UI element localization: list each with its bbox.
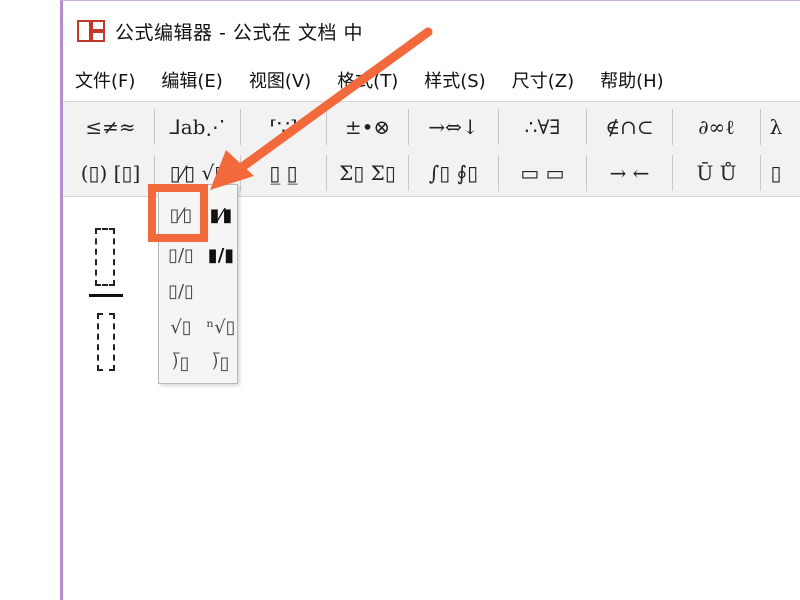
dropdown-row: ▯/▯ [159,273,239,309]
set-theory-palette-button[interactable]: ∉∩⊂ [587,109,673,145]
highlight-box [148,184,208,242]
slash-fraction-template-icon[interactable]: ▯/▯ [163,275,199,307]
matrix-templates-button[interactable]: ▯ [761,155,791,191]
title-bar: 公式编辑器 - 公式在 文档 中 [63,1,800,61]
menu-bar: 文件(F) 编辑(E) 视图(V) 格式(T) 样式(S) 尺寸(Z) 帮助(H… [63,63,800,97]
subscript-superscript-templates-button[interactable]: ▯̲ ▯̲ [241,155,327,191]
dropdown-row: ⟌▯ ⟌▯ [159,345,239,381]
dropdown-row: ▯/▯ ▮/▮ [159,237,239,273]
small-diagonal-fraction-template-icon[interactable]: ▮/▮ [203,239,239,271]
greek-palette-button[interactable]: λ [761,109,791,145]
spaces-ellipses-palette-button[interactable]: ⅃ab⋰ [155,109,241,145]
logic-palette-button[interactable]: ∴∀∃ [499,109,587,145]
menu-edit[interactable]: 编辑(E) [161,67,222,93]
menu-help[interactable]: 帮助(H) [600,67,664,93]
window-title: 公式编辑器 - 公式在 文档 中 [115,21,364,44]
diagonal-fraction-template-icon[interactable]: ▯/▯ [163,239,199,271]
fence-templates-button[interactable]: (▯) [▯] [67,155,155,191]
menu-style[interactable]: 样式(S) [424,67,485,93]
numerator-slot[interactable] [95,228,115,286]
labeled-arrow-templates-button[interactable]: → ← [587,155,673,191]
relations-palette-button[interactable]: ≤≠≈ [67,109,155,145]
menu-size[interactable]: 尺寸(Z) [512,67,574,93]
square-root-template-icon[interactable]: √▯ [163,311,199,343]
arrows-palette-button[interactable]: →⇔↓ [409,109,499,145]
fraction-bar [89,294,123,297]
summation-templates-button[interactable]: Σ▯ Σ▯ [327,155,409,191]
operators-palette-button[interactable]: ±•⊗ [327,109,409,145]
symbol-toolbar: ≤≠≈ ⅃ab⋰ ⸢∵⸣ ±•⊗ →⇔↓ ∴∀∃ ∉∩⊂ ∂∞ℓ λ (▯) [… [63,101,800,197]
underbar-overbar-templates-button[interactable]: ▭ ▭ [499,155,587,191]
app-icon [77,18,107,44]
menu-file[interactable]: 文件(F) [75,67,135,93]
dropdown-row: √▯ ⁿ√▯ [159,309,239,345]
menu-format[interactable]: 格式(T) [337,67,398,93]
long-division-template-icon[interactable]: ⟌▯ [163,347,199,379]
long-division-quotient-template-icon[interactable]: ⟌▯ [203,347,239,379]
embellishments-palette-button[interactable]: ⸢∵⸣ [241,109,327,145]
misc-symbols-palette-button[interactable]: ∂∞ℓ [673,109,761,145]
symbol-palette-row: ≤≠≈ ⅃ab⋰ ⸢∵⸣ ±•⊗ →⇔↓ ∴∀∃ ∉∩⊂ ∂∞ℓ λ [67,106,791,148]
menu-view[interactable]: 视图(V) [249,67,311,93]
small-fraction-template-icon[interactable]: ▮⁄▮ [203,199,239,231]
integral-templates-button[interactable]: ∫▯ ∮▯ [409,155,499,191]
products-set-theory-templates-button[interactable]: Ū Ů [673,155,761,191]
denominator-slot[interactable] [97,313,115,371]
nth-root-template-icon[interactable]: ⁿ√▯ [203,311,239,343]
